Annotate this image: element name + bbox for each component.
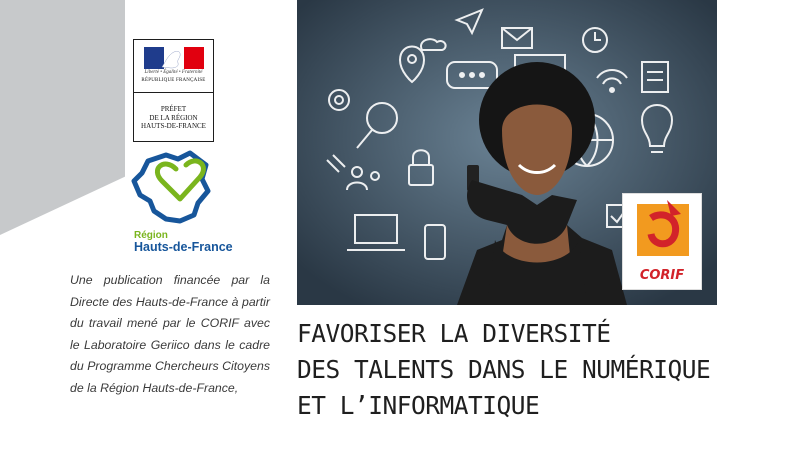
prefet-text: PRÉFET DE LA RÉGION HAUTS-DE-FRANCE [141, 105, 206, 130]
publication-text: Une publication financée par la Directe … [70, 273, 270, 395]
corif-emblem-icon [637, 200, 689, 256]
corif-label: CORIF [639, 268, 685, 283]
devise-text: Liberté • Égalité • Fraternité [144, 70, 203, 75]
prefet-logo: Liberté • Égalité • Fraternité RÉPUBLIQU… [133, 39, 214, 142]
title-line-3: ET L’INFORMATIQUE [297, 391, 540, 420]
region-name: Hauts-de-France [134, 240, 233, 254]
title-line-1: FAVORISER LA DIVERSITÉ [297, 319, 611, 348]
title-line-2: DES TALENTS DANS LE NUMÉRIQUE [297, 355, 711, 384]
marianne-flag-icon [144, 47, 204, 69]
france-heart-icon [131, 150, 211, 224]
corif-logo: CORIF [622, 193, 702, 290]
document-title: FAVORISER LA DIVERSITÉ DES TALENTS DANS … [297, 316, 777, 424]
region-logo: Région Hauts-de-France [128, 147, 233, 257]
republique-text: RÉPUBLIQUE FRANÇAISE [141, 78, 206, 83]
